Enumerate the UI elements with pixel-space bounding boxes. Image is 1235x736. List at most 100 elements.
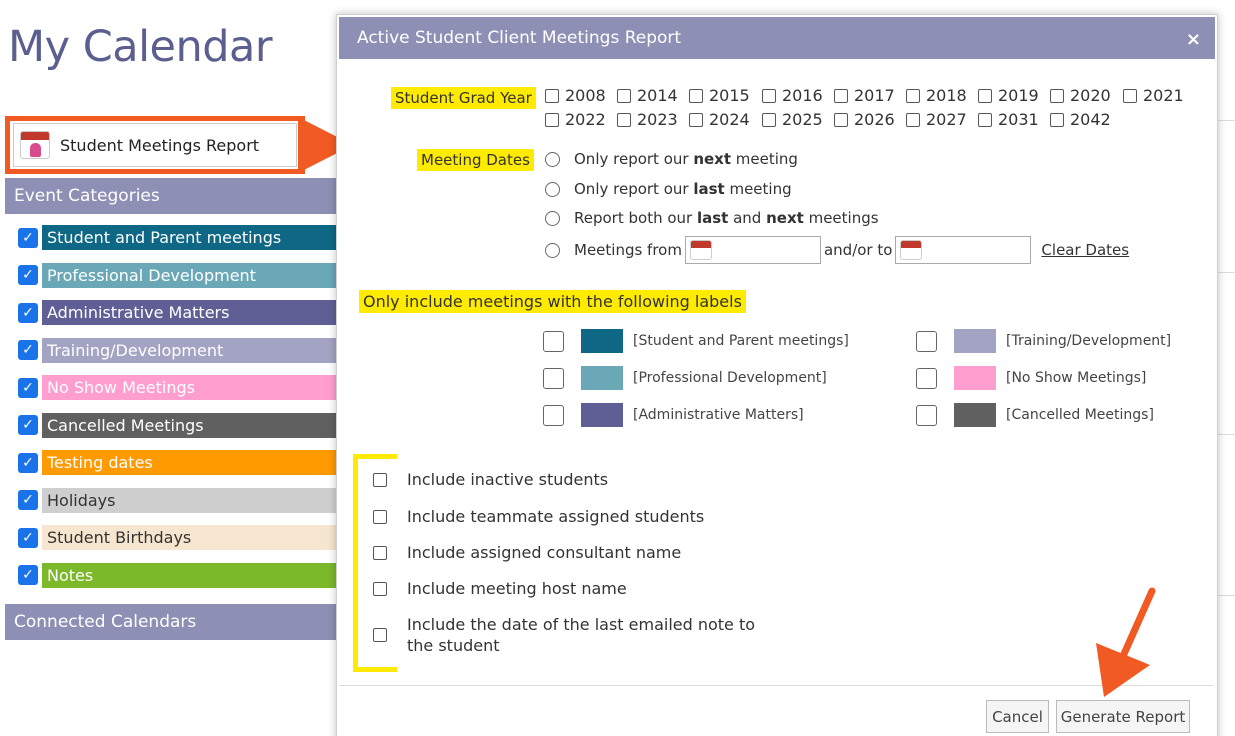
category-row[interactable]: ✓ Professional Development <box>18 262 337 289</box>
grad-year-option[interactable]: 2016 <box>762 86 823 105</box>
report-option[interactable]: Include meeting host name <box>373 579 627 598</box>
report-option[interactable]: Include teammate assigned students <box>373 507 704 526</box>
checkbox-checked-icon[interactable]: ✓ <box>18 527 38 548</box>
checkbox-checked-icon[interactable]: ✓ <box>18 227 38 248</box>
checkbox[interactable] <box>1050 88 1064 103</box>
report-option[interactable]: Include assigned consultant name <box>373 543 681 562</box>
checkbox-checked-icon[interactable]: ✓ <box>18 415 38 435</box>
grad-year-option[interactable]: 2020 <box>1050 86 1111 105</box>
checkbox[interactable] <box>916 367 937 389</box>
checkbox-checked-icon[interactable]: ✓ <box>18 340 38 360</box>
checkbox[interactable] <box>689 112 703 127</box>
grad-year-option[interactable]: 2024 <box>689 110 750 129</box>
connected-calendars-header[interactable]: Connected Calendars <box>5 604 340 640</box>
radio-button[interactable] <box>545 181 560 197</box>
grad-year-option[interactable]: 2023 <box>617 110 678 129</box>
category-row[interactable]: ✓ Student Birthdays <box>18 524 337 551</box>
checkbox[interactable] <box>543 404 564 426</box>
label-filter-row[interactable]: [Professional Development] <box>543 366 827 390</box>
background-divider <box>1215 272 1235 273</box>
category-row[interactable]: ✓ Testing dates <box>18 449 337 476</box>
clear-dates-link[interactable]: Clear Dates <box>1041 241 1129 259</box>
checkbox-checked-icon[interactable]: ✓ <box>18 490 38 510</box>
radio-button[interactable] <box>545 242 560 258</box>
grad-year-option[interactable]: 2021 <box>1123 86 1184 105</box>
checkbox[interactable] <box>978 88 992 103</box>
grad-year-option[interactable]: 2017 <box>834 86 895 105</box>
calendar-person-icon <box>20 131 50 159</box>
category-row[interactable]: ✓ Cancelled Meetings <box>18 412 337 439</box>
radio-button[interactable] <box>545 151 560 167</box>
grad-year-option[interactable]: 2014 <box>617 86 678 105</box>
checkbox[interactable] <box>373 509 387 524</box>
checkbox[interactable] <box>617 88 631 103</box>
category-row[interactable]: ✓ Administrative Matters <box>18 299 337 326</box>
grad-year-label: 2018 <box>926 86 967 105</box>
radio-next-meeting[interactable]: Only report our next meeting <box>545 150 798 168</box>
checkbox[interactable] <box>373 472 387 487</box>
grad-year-option[interactable]: 2022 <box>545 110 606 129</box>
checkbox[interactable] <box>978 112 992 127</box>
checkbox[interactable] <box>545 112 559 127</box>
checkbox[interactable] <box>762 112 776 127</box>
option-last-emailed-note[interactable]: Include the date of the last emailed not… <box>373 614 755 656</box>
calendar-icon[interactable] <box>900 240 923 260</box>
checkbox[interactable] <box>617 112 631 127</box>
checkbox[interactable] <box>834 112 848 127</box>
radio-button[interactable] <box>545 210 560 226</box>
student-meetings-report-button[interactable]: Student Meetings Report <box>13 123 297 167</box>
close-icon[interactable]: × <box>1186 29 1201 50</box>
checkbox[interactable] <box>545 88 559 103</box>
cancel-button[interactable]: Cancel <box>986 700 1049 733</box>
category-row[interactable]: ✓ Notes <box>18 562 337 589</box>
checkbox[interactable] <box>543 330 564 352</box>
grad-year-option[interactable]: 2025 <box>762 110 823 129</box>
checkbox-checked-icon[interactable]: ✓ <box>18 302 38 323</box>
checkbox[interactable] <box>916 404 937 426</box>
checkbox[interactable] <box>916 330 937 352</box>
event-categories-header[interactable]: Event Categories <box>5 178 340 214</box>
label-filter-text: [Administrative Matters] <box>633 407 804 423</box>
grad-year-option[interactable]: 2026 <box>834 110 895 129</box>
radio-both-meetings[interactable]: Report both our last and next meetings <box>545 209 879 227</box>
label-filter-row[interactable]: [No Show Meetings] <box>916 366 1146 390</box>
checkbox-checked-icon[interactable]: ✓ <box>18 377 38 398</box>
checkbox[interactable] <box>373 545 387 560</box>
grad-year-option[interactable]: 2019 <box>978 86 1039 105</box>
grad-year-option[interactable]: 2031 <box>978 110 1039 129</box>
label-filter-row[interactable]: [Administrative Matters] <box>543 403 804 427</box>
checkbox[interactable] <box>906 112 920 127</box>
color-swatch <box>954 366 996 390</box>
report-option[interactable]: Include inactive students <box>373 470 608 489</box>
category-row[interactable]: ✓ Training/Development <box>18 337 337 364</box>
grad-year-option[interactable]: 2027 <box>906 110 967 129</box>
checkbox[interactable] <box>373 628 387 642</box>
label-filter-row[interactable]: [Training/Development] <box>916 329 1171 353</box>
checkbox[interactable] <box>834 88 848 103</box>
checkbox[interactable] <box>906 88 920 103</box>
label-filter-row[interactable]: [Student and Parent meetings] <box>543 329 849 353</box>
checkbox[interactable] <box>689 88 703 103</box>
radio-date-range[interactable]: Meetings from and/or to Clear Dates <box>545 236 1129 264</box>
category-row[interactable]: ✓ No Show Meetings <box>18 374 337 401</box>
to-date-input[interactable] <box>895 236 1032 264</box>
grad-year-option[interactable]: 2042 <box>1050 110 1111 129</box>
grad-year-option[interactable]: 2015 <box>689 86 750 105</box>
checkbox[interactable] <box>543 367 564 389</box>
grad-year-option[interactable]: 2008 <box>545 86 606 105</box>
category-row[interactable]: ✓ Holidays <box>18 487 337 514</box>
from-label: Meetings from <box>574 241 682 259</box>
checkbox-checked-icon[interactable]: ✓ <box>18 452 38 473</box>
checkbox[interactable] <box>1123 88 1137 103</box>
from-date-input[interactable] <box>684 236 821 264</box>
checkbox[interactable] <box>1050 112 1064 127</box>
grad-year-option[interactable]: 2018 <box>906 86 967 105</box>
label-filter-row[interactable]: [Cancelled Meetings] <box>916 403 1154 427</box>
checkbox-checked-icon[interactable]: ✓ <box>18 565 38 585</box>
checkbox[interactable] <box>762 88 776 103</box>
checkbox[interactable] <box>373 581 387 596</box>
category-row[interactable]: ✓ Student and Parent meetings <box>18 224 337 251</box>
radio-last-meeting[interactable]: Only report our last meeting <box>545 180 792 198</box>
calendar-icon[interactable] <box>689 240 712 260</box>
checkbox-checked-icon[interactable]: ✓ <box>18 265 38 285</box>
